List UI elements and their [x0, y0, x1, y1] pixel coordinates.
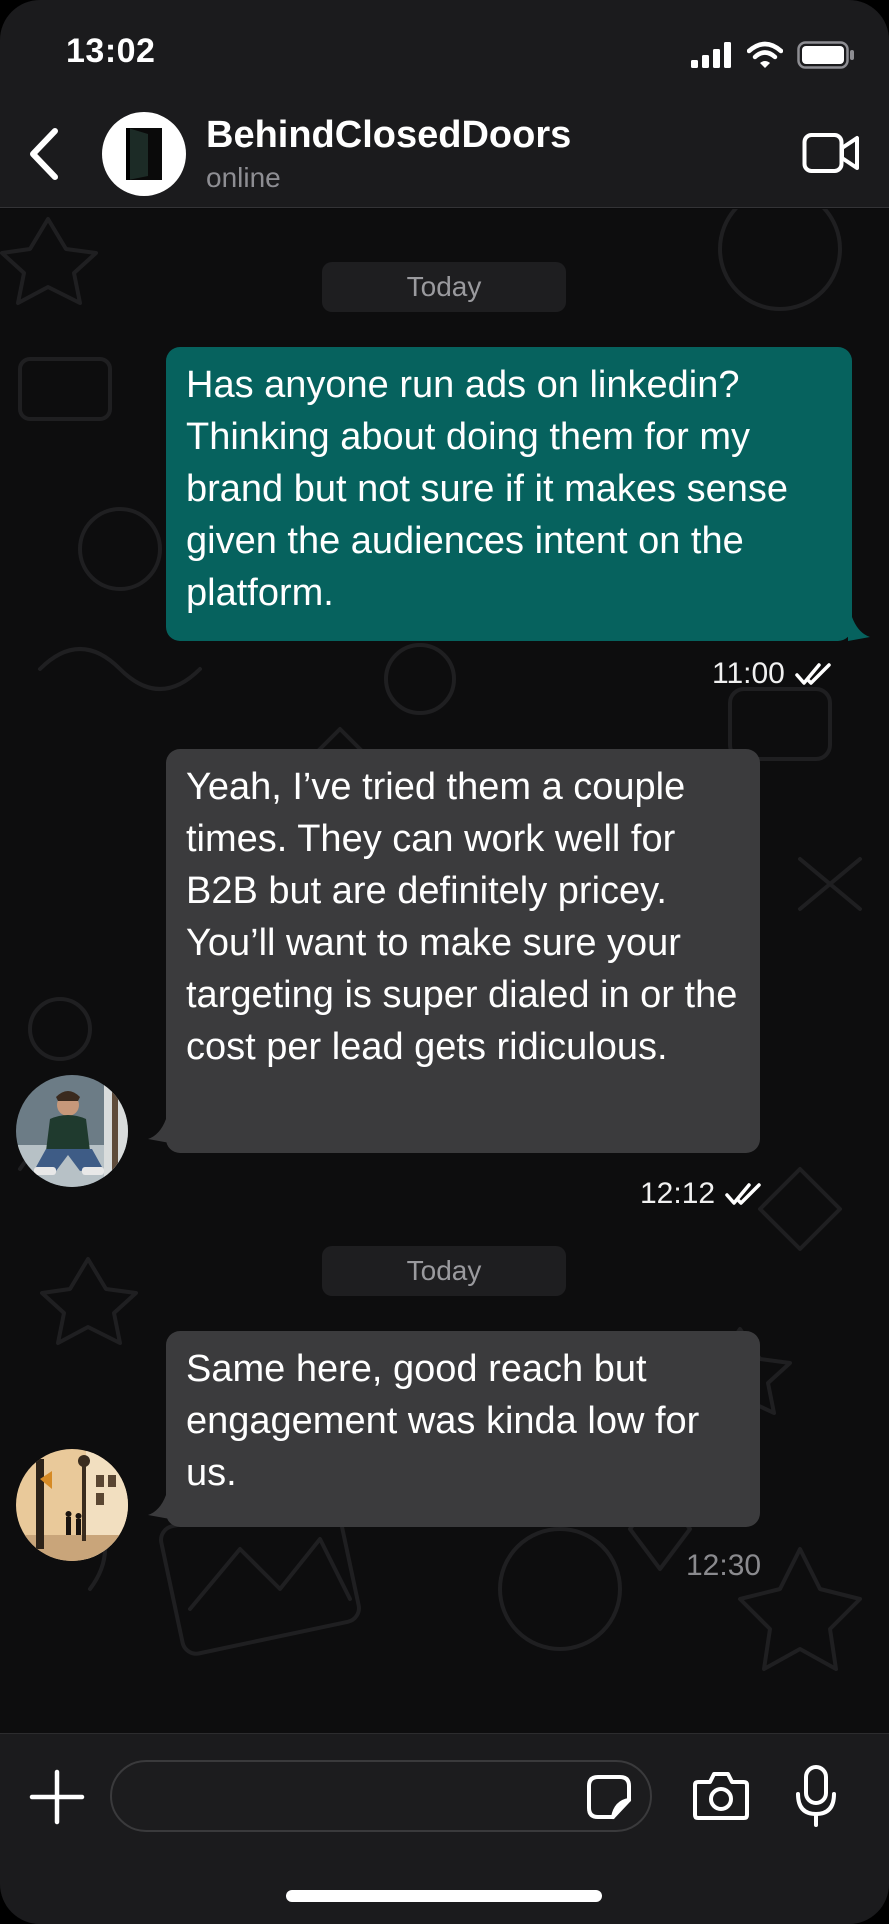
bubble-tail	[848, 617, 870, 641]
man-on-bench-avatar-image	[16, 1075, 128, 1187]
status-icons	[691, 38, 855, 72]
message-time: 12:12	[640, 1177, 716, 1210]
message-time: 11:00	[712, 657, 785, 690]
signal-icon	[691, 42, 731, 68]
video-call-button[interactable]	[801, 128, 861, 178]
chat-area[interactable]: Today Has anyone run ads on linkedin? Th…	[0, 209, 889, 1733]
double-check-icon	[795, 663, 831, 685]
status-time: 13:02	[66, 32, 156, 70]
incoming-message-bubble[interactable]: Yeah, I’ve tried them a couple times. Th…	[166, 749, 760, 1153]
message-meta: 12:12	[640, 1177, 763, 1211]
message-text: Yeah, I’ve tried them a couple times. Th…	[186, 766, 738, 1068]
outgoing-message-bubble[interactable]: Has anyone run ads on linkedin? Thinking…	[166, 347, 852, 641]
chat-header: BehindClosedDoors online	[0, 100, 889, 208]
camera-icon[interactable]	[692, 1770, 750, 1822]
message-meta: 12:30	[686, 1549, 761, 1583]
door-icon	[126, 128, 162, 180]
chevron-left-icon	[30, 128, 58, 180]
incoming-message-bubble[interactable]: Same here, good reach but engagement was…	[166, 1331, 760, 1527]
video-camera-icon	[802, 133, 859, 173]
home-indicator[interactable]	[286, 1890, 602, 1902]
message-input[interactable]	[110, 1760, 652, 1832]
sender-avatar[interactable]	[16, 1075, 128, 1187]
chat-name[interactable]: BehindClosedDoors	[206, 114, 571, 157]
sender-avatar[interactable]	[16, 1449, 128, 1561]
message-time: 12:30	[686, 1549, 762, 1582]
plus-icon[interactable]	[28, 1768, 86, 1826]
bubble-tail	[148, 1119, 170, 1143]
status-bar: 13:02	[0, 0, 889, 100]
message-meta: 11:00	[712, 657, 833, 691]
message-text: Same here, good reach but engagement was…	[186, 1348, 700, 1494]
wifi-icon	[747, 41, 783, 68]
back-button[interactable]	[14, 118, 74, 190]
microphone-icon[interactable]	[794, 1764, 838, 1828]
chat-status: online	[206, 162, 281, 193]
group-avatar[interactable]	[102, 112, 186, 196]
street-scene-avatar-image	[16, 1449, 128, 1561]
double-check-icon	[725, 1183, 761, 1205]
bubble-tail	[148, 1495, 170, 1519]
day-separator: Today	[322, 262, 566, 312]
day-separator: Today	[322, 1246, 566, 1296]
message-text: Has anyone run ads on linkedin? Thinking…	[186, 364, 788, 614]
phone-screen: 13:02 BehindClosedDoors online Today Has…	[0, 0, 889, 1924]
battery-icon	[797, 41, 854, 69]
sticker-icon[interactable]	[586, 1774, 632, 1820]
